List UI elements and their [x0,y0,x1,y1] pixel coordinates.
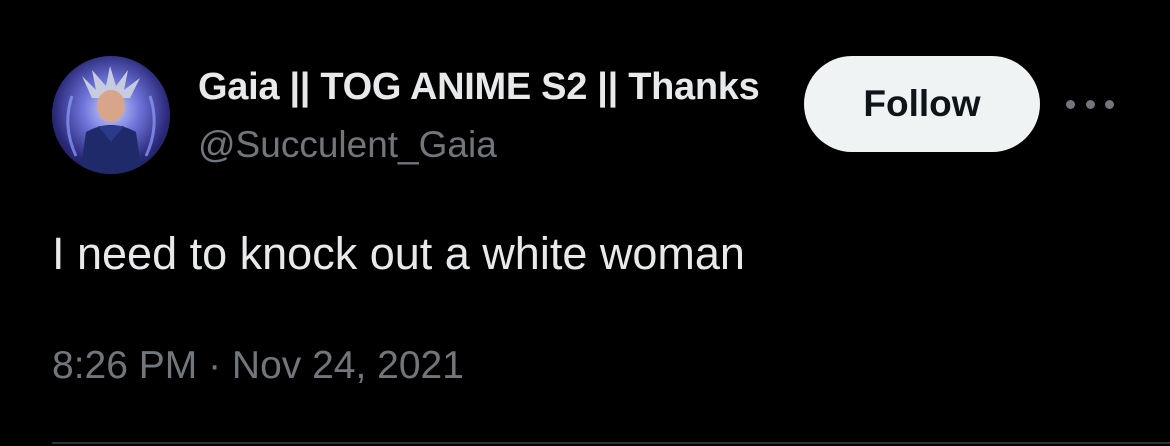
more-options-icon[interactable] [1066,90,1114,118]
dot [1066,99,1075,109]
user-handle[interactable]: @Succulent_Gaia [198,120,497,170]
anime-character-avatar-icon [52,56,170,174]
dot [1085,99,1095,109]
dot [1105,99,1114,109]
follow-button[interactable]: Follow [804,56,1040,152]
tweet-card: Gaia || TOG ANIME S2 || Thanks @Succulen… [0,0,1170,446]
tweet-text: I need to knock out a white woman [52,228,745,279]
divider [52,442,1170,444]
tweet-timestamp[interactable]: 8:26 PM · Nov 24, 2021 [52,336,464,396]
display-name[interactable]: Gaia || TOG ANIME S2 || Thanks [198,62,784,112]
avatar[interactable] [52,56,170,174]
